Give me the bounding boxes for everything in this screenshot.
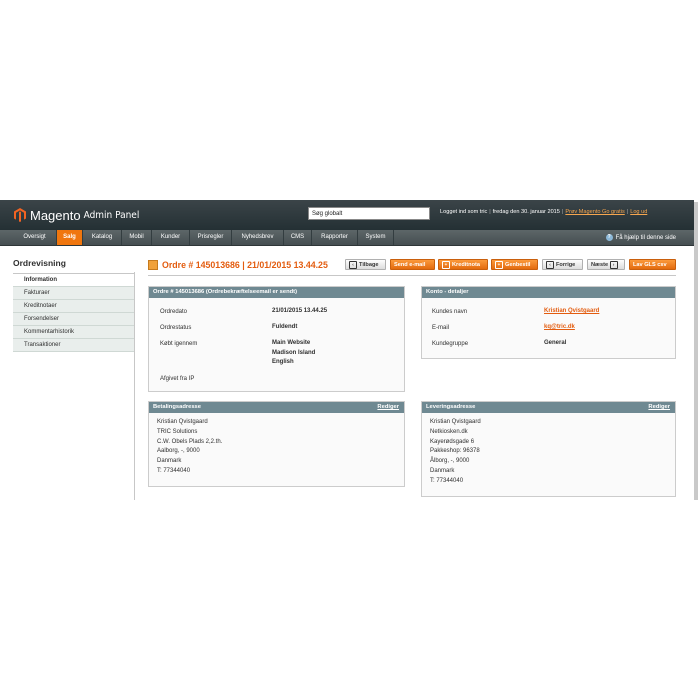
customer-name-link[interactable]: Kristian Qvistgaard [544,308,599,314]
nav-item-oversigt[interactable]: Oversigt [13,230,57,245]
sidebar-divider [134,272,135,500]
order-date-value: 21/01/2015 13.44.25 [272,308,328,314]
title-divider [148,275,676,276]
current-date: fredag den 30. januar 2015 [492,209,560,215]
nav-item-katalog[interactable]: Katalog [83,230,122,245]
nav-item-nyhedsbrev[interactable]: Nyhedsbrev [232,230,284,245]
billing-address-box: Betalingsadresse Rediger Kristian Qvistga… [148,401,405,487]
store-name: Madison Island [272,349,316,356]
tab-kreditnotaer[interactable]: Kreditnotaer [13,300,134,313]
creditnote-button[interactable]: + Kreditnota [438,259,488,270]
order-icon [148,260,158,270]
address-line: Pakkeshop: 96378 [430,448,480,455]
nav-item-system[interactable]: System [358,230,394,245]
shipping-edit-link[interactable]: Rediger [648,402,670,413]
header-user-info: Logget ind som tric | fredag den 30. janua… [440,209,648,215]
nav-item-mobil[interactable]: Mobil [122,230,152,245]
account-info-box: Konto - detaljer Kundes navn Kristian Qv… [421,286,676,359]
arrow-left-icon: ‹ [546,260,554,269]
logout-link[interactable]: Log ud [630,209,647,215]
nav-item-cms[interactable]: CMS [284,230,312,245]
address-line: Danmark [157,458,182,465]
address-line: Kayerødsgade 6 [430,438,475,445]
help-label: Få hjælp til denne side [615,234,676,241]
order-info-box: Ordre # 145013686 (Ordrebekræftelseemail… [148,286,405,392]
send-email-button[interactable]: Send e-mail [390,259,435,270]
order-sidebar: Ordrevisning Information Fakturaer Kredi… [13,258,134,352]
logged-in-text: Logget ind som tric [440,209,488,215]
arrow-left-icon: ‹ [349,260,357,269]
nav-item-salg[interactable]: Salg [57,230,83,245]
order-title: Ordre # 145013686 | 21/01/2015 13.44.25 [162,260,328,270]
customer-group-label: Kundegruppe [432,341,469,347]
help-link[interactable]: ? Få hjælp til denne side [605,234,676,241]
nav-item-rapporter[interactable]: Rapporter [312,230,358,245]
order-status-value: Fuldendt [272,324,298,330]
ip-label: Afgivet fra IP [160,376,195,382]
header-bar: Magento Admin Panel Søg globalt Logget i… [0,200,694,230]
global-search-input[interactable]: Søg globalt [308,207,430,220]
try-go-link[interactable]: Prøv Magento Go gratis [565,209,624,215]
billing-box-title: Betalingsadresse Rediger [149,402,404,413]
previous-button[interactable]: ‹ Forrige [542,259,583,270]
page-title: Ordre # 145013686 | 21/01/2015 13.44.25 [148,260,328,270]
shipping-address-box: Leveringsadresse Rediger Kristian Qvistga… [421,401,676,497]
address-line: TRIC Solutions [157,428,198,435]
address-line: Netkiosken.dk [430,428,468,435]
back-button[interactable]: ‹ Tilbage [345,259,386,270]
purchased-from-label: Købt igennem [160,341,198,347]
email-link[interactable]: kq@tric.dk [544,324,575,330]
order-box-title: Ordre # 145013686 (Ordrebekræftelseemail… [149,287,404,298]
billing-address: Kristian Qvistgaard TRIC Solutions C.W. … [157,418,222,477]
address-line: C.W. Obels Plads 2,2.th. [157,438,223,445]
tab-forsendelser[interactable]: Forsendelser [13,313,134,326]
tab-information[interactable]: Information [13,274,134,287]
main-nav: Oversigt Salg Katalog Mobil Kunder Prisr… [0,230,694,246]
help-icon: ? [605,234,613,241]
customer-name-value: Kristian Qvistgaard [544,307,599,317]
address-line: Kristian Qvistgaard [157,419,208,425]
magento-logo-icon [14,208,26,222]
address-line: Ålborg, -, 9000 [430,458,470,465]
next-button[interactable]: Næste › [587,259,625,270]
address-line: Aalborg, -, 9000 [157,448,200,455]
order-status-label: Ordrestatus [160,325,192,331]
email-value: kq@tric.dk [544,323,575,333]
nav-item-kunder[interactable]: Kunder [152,230,190,245]
sidebar-title: Ordrevisning [13,258,134,274]
logo[interactable]: Magento Admin Panel [14,207,139,223]
website-name: Main Website [272,340,311,346]
creditnote-icon: + [442,260,450,269]
customer-name-label: Kundes navn [432,309,468,315]
account-box-title: Konto - detaljer [422,287,675,298]
purchased-from-value: Main Website Madison Island English [272,339,315,368]
reorder-icon: + [495,260,503,269]
shipping-box-title: Leveringsadresse Rediger [422,402,675,413]
email-label: E-mail [432,325,450,331]
brand-name: Magento [30,207,81,223]
tab-fakturaer[interactable]: Fakturaer [13,287,134,300]
reorder-button[interactable]: + Genbestil [491,259,538,270]
address-line: T: 77344040 [430,477,464,484]
gls-csv-button[interactable]: Lav GLS csv [629,259,676,270]
address-line: T: 77344040 [157,467,191,474]
address-line: Danmark [430,467,455,474]
address-line: Kristian Qvistgaard [430,419,481,425]
tab-transaktioner[interactable]: Transaktioner [13,339,134,352]
store-view-name: English [272,359,294,366]
admin-window: Magento Admin Panel Søg globalt Logget i… [0,200,700,500]
nav-item-prisregler[interactable]: Prisregler [190,230,232,245]
order-date-label: Ordredato [160,309,188,315]
scrollbar[interactable] [694,202,698,500]
tab-kommentarhistorik[interactable]: Kommentarhistorik [13,326,134,339]
billing-edit-link[interactable]: Rediger [377,402,399,413]
arrow-right-icon: › [609,260,618,269]
brand-subtitle: Admin Panel [83,209,140,221]
customer-group-value: General [544,340,567,346]
shipping-address: Kristian Qvistgaard Netkiosken.dk Kayerø… [430,418,481,487]
